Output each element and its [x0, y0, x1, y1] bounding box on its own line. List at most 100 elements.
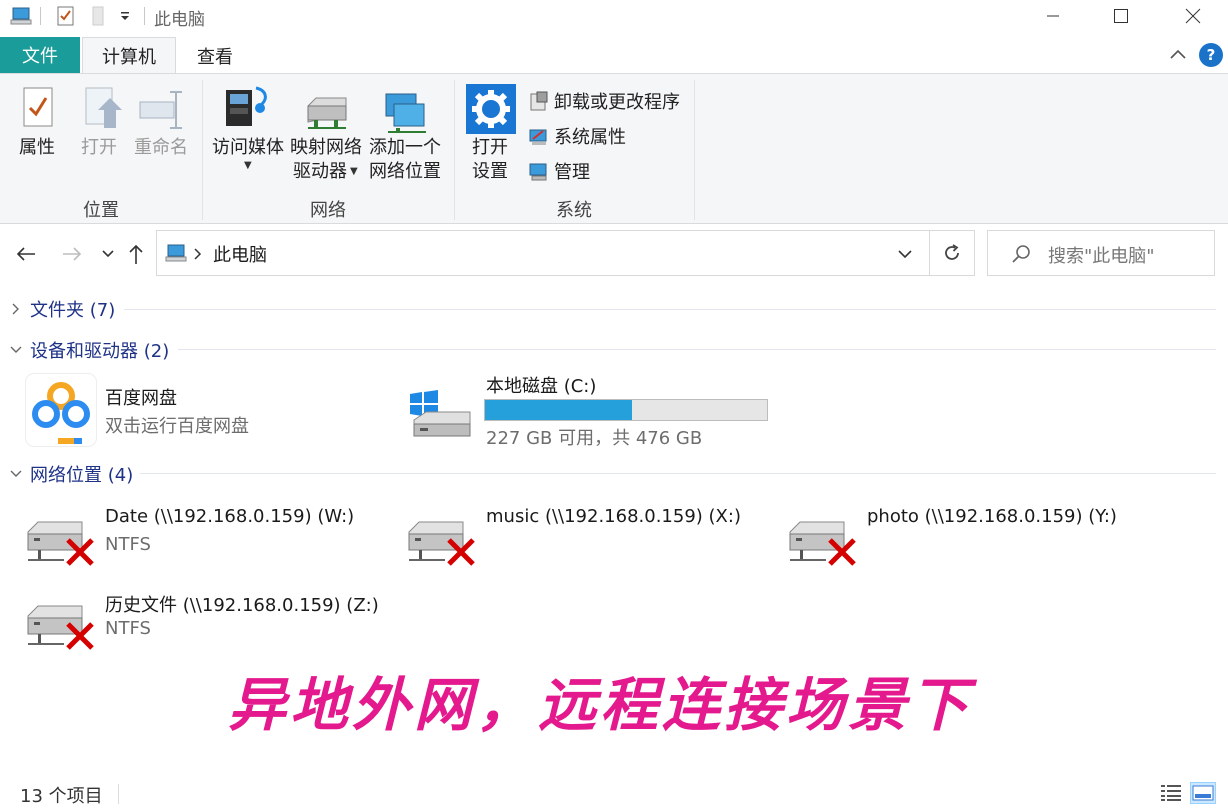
group-devices-label: 设备和驱动器 (2)	[30, 341, 170, 362]
access-media-dropdown-icon[interactable]: ▼	[244, 160, 252, 171]
device-subtitle: 227 GB 可用，共 476 GB	[486, 428, 703, 449]
details-view-button[interactable]	[1158, 782, 1184, 804]
uninstall-icon	[530, 91, 548, 111]
manage-label: 管理	[554, 162, 590, 183]
properties-quick-icon[interactable]	[56, 4, 76, 28]
network-location-subtitle: NTFS	[105, 618, 151, 639]
title-bar: 此电脑	[0, 0, 1228, 32]
add-network-location-line2[interactable]: 网络位置	[366, 160, 444, 184]
add-network-location-line1[interactable]: 添加一个	[366, 136, 444, 160]
network-drive-disconnected-icon[interactable]	[405, 516, 481, 574]
map-drive-icon	[304, 92, 350, 136]
recent-locations-button[interactable]	[94, 240, 122, 268]
map-drive-button-line1[interactable]: 映射网络	[288, 136, 364, 160]
chevron-down-icon	[10, 470, 22, 477]
disk-usage-fill	[485, 400, 633, 420]
refresh-icon	[945, 244, 959, 260]
network-drive-disconnected-icon[interactable]	[24, 600, 100, 658]
tiles-view-button[interactable]	[1190, 782, 1216, 804]
local-disk-icon[interactable]	[406, 390, 474, 444]
group-label-network: 网络	[310, 200, 346, 221]
rename-button[interactable]: 重命名	[132, 136, 190, 160]
chevron-right-icon	[12, 303, 19, 315]
open-settings-line2[interactable]: 设置	[466, 160, 514, 184]
customize-quick-access-icon[interactable]	[118, 4, 132, 28]
open-settings-line1[interactable]: 打开	[466, 136, 514, 160]
minimize-button[interactable]	[1030, 0, 1076, 32]
device-title[interactable]: 百度网盘	[105, 384, 177, 410]
minimize-icon	[1047, 15, 1059, 17]
manage-button[interactable]: 管理	[528, 158, 590, 184]
ribbon-tabs: 文件 计算机 查看 ?	[0, 37, 1228, 74]
address-path[interactable]: 此电脑	[213, 241, 267, 267]
device-subtitle: 双击运行百度网盘	[105, 416, 249, 437]
access-media-button[interactable]: 访问媒体	[208, 136, 288, 160]
maximize-icon	[1114, 9, 1128, 23]
details-view-icon	[1161, 785, 1181, 801]
address-bar[interactable]: 此电脑	[156, 230, 930, 276]
system-properties-button[interactable]: 系统属性	[528, 123, 626, 149]
add-network-location-icon	[382, 92, 428, 138]
access-media-icon	[222, 82, 272, 136]
tiles-view-icon	[1192, 785, 1214, 801]
group-header-folders[interactable]: 文件夹 (7)	[8, 296, 115, 322]
status-item-count: 13 个项目	[20, 786, 103, 807]
arrow-up-icon	[129, 244, 143, 264]
refresh-button[interactable]	[929, 230, 975, 276]
network-drive-disconnected-icon[interactable]	[24, 516, 100, 574]
network-location-title[interactable]: photo (\\192.168.0.159) (Y:)	[867, 506, 1117, 527]
close-icon	[1185, 8, 1201, 24]
uninstall-label: 卸载或更改程序	[554, 92, 680, 113]
ribbon: 属性 打开 重命名 位置 访问媒体 ▼ 映射网络 驱动器 ▼ 添加一个 网络位置…	[0, 74, 1228, 224]
properties-button[interactable]: 属性	[12, 136, 62, 160]
system-properties-icon	[529, 129, 547, 145]
search-box[interactable]: 搜索"此电脑"	[987, 230, 1215, 276]
close-button[interactable]	[1170, 0, 1216, 32]
manage-icon	[529, 163, 547, 181]
tab-computer[interactable]: 计算机	[82, 37, 176, 74]
network-location-title[interactable]: Date (\\192.168.0.159) (W:)	[105, 506, 354, 527]
chevron-down-icon	[10, 346, 22, 353]
chevron-down-icon	[102, 250, 114, 258]
network-location-title[interactable]: 历史文件 (\\192.168.0.159) (Z:)	[105, 591, 379, 617]
back-button[interactable]	[12, 240, 40, 268]
device-title[interactable]: 本地磁盘 (C:)	[486, 372, 596, 398]
system-properties-label: 系统属性	[554, 127, 626, 148]
new-folder-quick-icon[interactable]	[90, 4, 106, 28]
search-input[interactable]: 搜索"此电脑"	[1048, 242, 1155, 268]
search-icon	[1012, 245, 1030, 263]
group-folders-label: 文件夹 (7)	[30, 300, 116, 321]
arrow-left-icon	[16, 247, 35, 261]
network-drive-disconnected-icon[interactable]	[786, 516, 862, 574]
tab-file[interactable]: 文件	[0, 37, 80, 73]
group-label-location: 位置	[83, 200, 119, 221]
settings-icon	[466, 84, 516, 134]
overlay-caption: 异地外网，远程连接场景下	[228, 671, 973, 739]
window-title: 此电脑	[154, 10, 205, 30]
chevron-right-icon[interactable]	[193, 247, 203, 261]
disk-usage-bar	[484, 399, 768, 421]
forward-button[interactable]	[58, 240, 86, 268]
map-drive-button-line2[interactable]: 驱动器	[288, 160, 352, 184]
computer-icon[interactable]	[10, 4, 34, 28]
properties-icon	[20, 86, 56, 134]
rename-icon	[138, 88, 186, 134]
baidu-netdisk-icon[interactable]	[26, 374, 96, 446]
computer-icon	[165, 244, 187, 262]
group-header-network[interactable]: 网络位置 (4)	[8, 461, 133, 487]
address-dropdown-icon[interactable]	[897, 249, 913, 259]
group-label-system: 系统	[556, 200, 592, 221]
group-network-label: 网络位置 (4)	[30, 465, 134, 486]
map-drive-dropdown-icon[interactable]: ▼	[350, 166, 358, 177]
maximize-button[interactable]	[1098, 0, 1144, 32]
network-location-title[interactable]: music (\\192.168.0.159) (X:)	[486, 506, 741, 527]
open-icon	[82, 86, 126, 134]
uninstall-button[interactable]: 卸载或更改程序	[528, 88, 680, 114]
group-header-devices[interactable]: 设备和驱动器 (2)	[8, 337, 169, 363]
arrow-right-icon	[63, 247, 82, 261]
up-button[interactable]	[122, 240, 150, 268]
tab-view[interactable]: 查看	[182, 37, 248, 74]
open-button[interactable]: 打开	[76, 136, 122, 160]
collapse-ribbon-button[interactable]	[1168, 45, 1188, 69]
help-icon[interactable]: ?	[1199, 43, 1223, 67]
